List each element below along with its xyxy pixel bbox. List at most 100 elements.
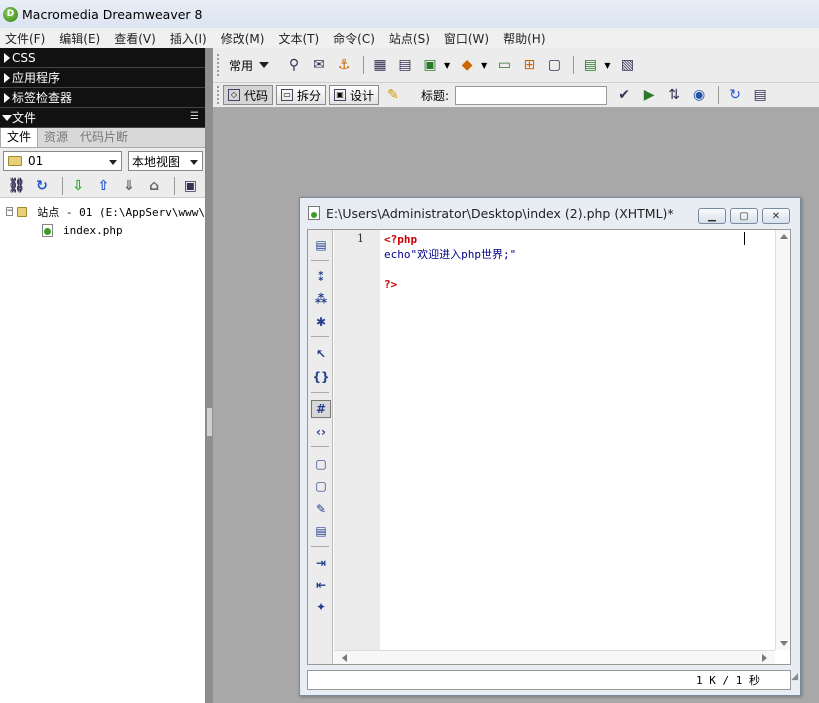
menu-edit[interactable]: 编辑(E)	[59, 30, 100, 47]
vertical-scrollbar[interactable]	[775, 230, 790, 650]
tab-snippets[interactable]: 代码片断	[74, 126, 134, 147]
document-title-bar[interactable]: E:\Users\Administrator\Desktop\index (2)…	[300, 198, 800, 228]
menu-insert[interactable]: 插入(I)	[170, 30, 207, 47]
live-data-icon[interactable]: ✎	[382, 84, 404, 106]
document-title-input[interactable]	[455, 85, 608, 105]
validate-markup-icon[interactable]: ✔	[613, 84, 635, 106]
highlight-invalid-code-icon[interactable]: ‹›	[311, 423, 331, 441]
connect-icon[interactable]: ⛓	[6, 176, 27, 196]
view-options-icon[interactable]: ▤	[749, 84, 771, 106]
panel-files[interactable]: 文件 ☰	[0, 108, 205, 128]
refresh-icon[interactable]: ↻	[31, 176, 52, 196]
document-window: E:\Users\Administrator\Desktop\index (2)…	[299, 197, 801, 696]
check-out-icon[interactable]: ⇓	[118, 176, 139, 196]
tree-file-item[interactable]: index.php	[0, 221, 205, 240]
design-view-button[interactable]: ▣ 设计	[329, 85, 380, 105]
menu-text[interactable]: 文本(T)	[278, 30, 319, 47]
format-source-icon[interactable]: ✦	[311, 598, 331, 616]
site-select[interactable]: 01	[3, 151, 122, 171]
menu-file[interactable]: 文件(F)	[5, 30, 45, 47]
panel-splitter[interactable]	[206, 48, 213, 703]
select-parent-tag-icon[interactable]: ↖	[311, 345, 331, 363]
scroll-left-icon[interactable]	[342, 654, 347, 662]
divider	[61, 176, 63, 195]
scroll-down-icon[interactable]	[780, 641, 788, 646]
expand-panel-icon[interactable]: ▣	[180, 176, 201, 196]
layer-icon[interactable]: ▤	[394, 54, 416, 76]
panel-options-icon[interactable]: ☰	[190, 111, 199, 122]
folder-icon	[17, 206, 28, 217]
balance-braces-icon[interactable]: {}	[311, 368, 331, 386]
collapse-toggle-icon[interactable]: −	[6, 207, 14, 216]
tree-site-label: 站点 - 01 (E:\AppServ\www\	[37, 205, 205, 219]
panel-css[interactable]: CSS	[0, 48, 205, 68]
server-include-icon[interactable]: ⊞	[518, 54, 540, 76]
tree-site-root[interactable]: − 站点 - 01 (E:\AppServ\www\	[0, 202, 205, 221]
menu-view[interactable]: 查看(V)	[114, 30, 156, 47]
panel-application[interactable]: 应用程序	[0, 68, 205, 88]
scroll-right-icon[interactable]	[762, 654, 767, 662]
close-button[interactable]: ✕	[762, 208, 790, 224]
media-icon[interactable]: ◆	[456, 54, 478, 76]
code-content[interactable]: <?php echo"欢迎进入php世界;" ?>	[384, 232, 516, 292]
text-cursor	[744, 232, 745, 245]
split-view-button[interactable]: ▭ 拆分	[276, 85, 327, 105]
splitter-grip[interactable]	[207, 408, 212, 436]
file-management-icon[interactable]: ▶	[638, 84, 660, 106]
image-icon[interactable]: ▣	[419, 54, 441, 76]
indent-code-icon[interactable]: ⇥	[311, 554, 331, 572]
collapse-full-tag-icon[interactable]: ⁑	[311, 268, 331, 286]
email-link-icon[interactable]: ✉	[308, 54, 330, 76]
toolbar-grip[interactable]	[217, 54, 225, 76]
remove-comment-icon[interactable]: ▢	[311, 477, 331, 495]
templates-icon[interactable]: ▤	[579, 54, 601, 76]
horizontal-scrollbar[interactable]	[334, 650, 775, 664]
divider	[311, 546, 329, 547]
menu-window[interactable]: 窗口(W)	[444, 30, 489, 47]
minimize-button[interactable]: ▁	[698, 208, 726, 224]
scroll-up-icon[interactable]	[780, 234, 788, 239]
check-in-icon[interactable]: ⌂	[143, 176, 164, 196]
named-anchor-icon[interactable]: ⚓	[333, 54, 355, 76]
left-panel-group: CSS 应用程序 标签检查器 文件 ☰ 文件 资源 代码片断 01 本地视图 ⛓ …	[0, 48, 206, 703]
menu-modify[interactable]: 修改(M)	[221, 30, 265, 47]
tag-chooser-icon[interactable]: ▧	[616, 54, 638, 76]
php-file-icon	[308, 206, 320, 220]
dropdown-arrow-icon[interactable]: ▼	[481, 61, 487, 70]
insert-category[interactable]: 常用	[229, 57, 253, 74]
view-select[interactable]: 本地视图	[128, 151, 203, 171]
put-files-icon[interactable]: ⇧	[93, 176, 114, 196]
date-icon[interactable]: ▭	[493, 54, 515, 76]
apply-comment-icon[interactable]: ▢	[311, 455, 331, 473]
dropdown-arrow-icon[interactable]: ▼	[444, 61, 450, 70]
restore-button[interactable]: ▢	[730, 208, 758, 224]
wrap-tag-icon[interactable]: ✎	[311, 500, 331, 518]
code-view-button[interactable]: ◇ 代码	[223, 85, 274, 105]
hyperlink-icon[interactable]: ⚲	[283, 54, 305, 76]
expand-all-icon[interactable]: ✱	[311, 313, 331, 331]
tab-assets[interactable]: 资源	[38, 126, 74, 147]
browser-globe-icon[interactable]: ◉	[688, 84, 710, 106]
category-dropdown-icon[interactable]	[259, 62, 270, 68]
resize-grip-icon[interactable]: ◢	[791, 672, 798, 682]
panel-tag-inspector[interactable]: 标签检查器	[0, 88, 205, 108]
tab-files[interactable]: 文件	[0, 125, 39, 147]
dropdown-arrow-icon[interactable]: ▼	[604, 61, 610, 70]
outdent-code-icon[interactable]: ⇤	[311, 576, 331, 594]
recent-snippets-icon[interactable]: ▤	[311, 522, 331, 540]
view-select-value: 本地视图	[132, 154, 181, 169]
comment-icon[interactable]: ▢	[543, 54, 565, 76]
open-documents-icon[interactable]: ▤	[311, 236, 331, 254]
get-files-icon[interactable]: ⇩	[68, 176, 89, 196]
menu-help[interactable]: 帮助(H)	[503, 30, 545, 47]
code-editor[interactable]: ▤ ⁑ ⁂ ✱ ↖ {} # ‹› ▢ ▢ ✎ ▤ ⇥ ⇤ ✦ 1 <?php …	[307, 229, 791, 665]
collapse-selection-icon[interactable]: ⁂	[311, 290, 331, 308]
line-numbers-icon[interactable]: #	[311, 400, 331, 418]
split-view-icon: ▭	[281, 89, 294, 101]
table-icon[interactable]: ▦	[369, 54, 391, 76]
menu-commands[interactable]: 命令(C)	[333, 30, 375, 47]
menu-site[interactable]: 站点(S)	[389, 30, 430, 47]
refresh-design-icon[interactable]: ↻	[724, 84, 746, 106]
code-view-label: 代码	[244, 88, 269, 103]
preview-debug-icon[interactable]: ⇅	[663, 84, 685, 106]
